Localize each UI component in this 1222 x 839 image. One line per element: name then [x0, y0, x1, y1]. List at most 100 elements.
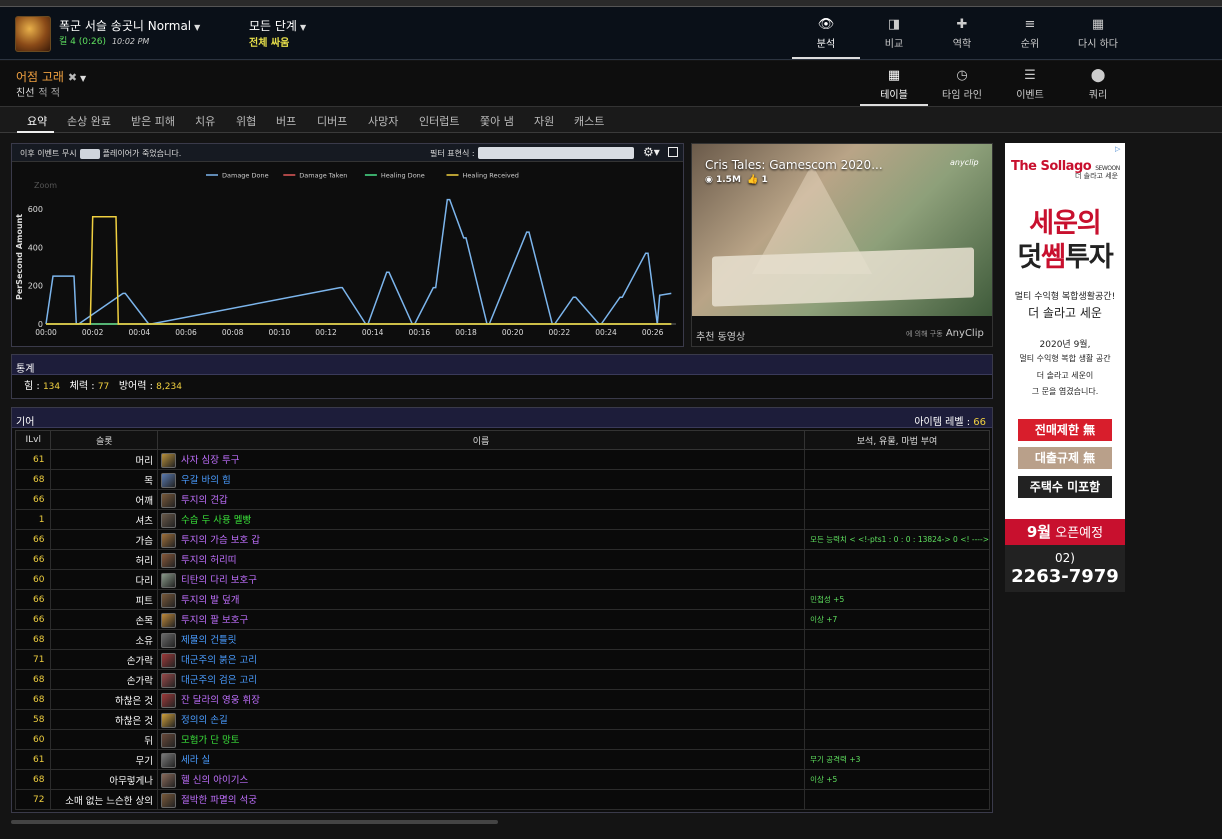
col-name[interactable]: 이름 [157, 430, 806, 450]
gear-item[interactable]: 수습 두 사용 멜빵 [157, 509, 806, 530]
fight-selector[interactable]: 폭군 서슬 송곳니 Normal ▼ [59, 17, 200, 34]
subtab-threat[interactable]: 위협 [236, 113, 256, 129]
tab-replay[interactable]: ▦ 다시 하다 [1064, 17, 1132, 50]
gear-item[interactable]: 제물의 건틀릿 [157, 629, 806, 650]
ad-phone-area: 02) [1055, 551, 1075, 565]
advertisement[interactable]: ▷ The Sollago SEWOON 더 솔라고 세운 세운의 덧쎔투자 멀… [1005, 143, 1125, 592]
phase-selector[interactable]: 모든 단계 ▼ [249, 17, 306, 34]
gear-item-name[interactable]: 세라 실 [181, 755, 210, 766]
series-line[interactable] [45, 198, 672, 325]
series-line[interactable] [46, 216, 672, 325]
gear-item[interactable]: 헬 신의 아이기스 [157, 769, 806, 790]
tab-mechanics[interactable]: ✚ 역학 [928, 17, 996, 50]
gear-item-name[interactable]: 대군주의 검은 고리 [181, 675, 257, 686]
gear-item-name[interactable]: 대군주의 붉은 고리 [181, 655, 257, 666]
maximize-icon[interactable] [668, 147, 678, 157]
gear-item[interactable]: 우갈 바의 힘 [157, 469, 806, 490]
close-icon[interactable]: ✖ [68, 71, 77, 84]
gear-row: 60 다리 티탄의 다리 보호구 [14, 569, 990, 590]
gear-item-name[interactable]: 투지의 팔 보호구 [181, 615, 248, 626]
gear-slot: 아무렇게나 [50, 769, 159, 790]
gear-item-name[interactable]: 사자 심장 투구 [181, 455, 239, 466]
gear-item[interactable]: 세라 실 [157, 749, 806, 770]
x-tick-label: 00:24 [595, 328, 617, 337]
gear-item[interactable]: 티탄의 다리 보호구 [157, 569, 806, 590]
gear-item[interactable]: 투지의 발 덮개 [157, 589, 806, 610]
gear-item[interactable]: 정의의 손길 [157, 709, 806, 730]
subtab-healing[interactable]: 치유 [195, 113, 215, 129]
gear-item-name[interactable]: 정의의 손길 [181, 715, 228, 726]
player-selector[interactable]: 어점 고래 ✖ ▼ [16, 68, 86, 85]
horizontal-scrollbar[interactable] [11, 820, 498, 824]
filter-expression-input[interactable] [478, 147, 634, 159]
subtab-buffs[interactable]: 버프 [276, 113, 296, 129]
ignore-label: 이후 이벤트 무시 [20, 149, 77, 158]
tab-rankings[interactable]: ≡ 순위 [996, 17, 1064, 50]
enemy-toggle[interactable]: 적 적 [38, 88, 60, 99]
gear-item[interactable]: 대군주의 검은 고리 [157, 669, 806, 690]
item-icon [161, 712, 177, 728]
gear-item[interactable]: 절박한 파멸의 석궁 [157, 789, 806, 810]
col-ilvl[interactable]: ILvl [14, 430, 52, 450]
subtab-deaths[interactable]: 사망자 [368, 113, 398, 129]
video-title[interactable]: Cris Tales: Gamescom 2020... [705, 158, 883, 172]
tab-label: 분석 [816, 39, 836, 50]
gear-item-name[interactable]: 투지의 발 덮개 [181, 595, 239, 606]
view-events[interactable]: ☰ 이벤트 [996, 68, 1064, 101]
gear-item-name[interactable]: 제물의 건틀릿 [181, 635, 236, 646]
puzzle-icon: ✚ [956, 17, 968, 32]
item-icon [161, 572, 177, 588]
player-pill[interactable] [79, 148, 100, 159]
gear-enchant [804, 629, 990, 650]
gear-item[interactable]: 투지의 견갑 [157, 489, 806, 510]
view-table[interactable]: ▦ 테이블 [860, 68, 928, 101]
subtab-resources[interactable]: 자원 [534, 113, 554, 129]
gear-item-name[interactable]: 투지의 허리띠 [181, 555, 236, 566]
subtab-dispels[interactable]: 쫓아 냄 [480, 113, 514, 129]
tab-analysis[interactable]: 👁 분석 [792, 17, 860, 50]
powered-by[interactable]: 에 의해 구동 AnyClip [906, 328, 984, 339]
item-icon [161, 732, 177, 748]
video-player[interactable]: Cris Tales: Gamescom 2020... ◉ 1.5M 👍 1 … [691, 143, 993, 347]
player-died-label: 플레이어가 죽었습니다. [102, 149, 182, 158]
gear-item[interactable]: 투지의 팔 보호구 [157, 609, 806, 630]
gear-item-name[interactable]: 헬 신의 아이기스 [181, 775, 248, 786]
gear-item[interactable]: 대군주의 붉은 고리 [157, 649, 806, 670]
gear-item-name[interactable]: 투지의 가슴 보호 갑 [181, 535, 260, 546]
gear-slot: 어깨 [50, 489, 159, 510]
col-slot[interactable]: 슬롯 [50, 430, 159, 450]
subtab-damage-done[interactable]: 손상 완료 [67, 113, 111, 129]
ad-para-4: 그 문을 엽겼습니다. [1031, 387, 1099, 396]
subtab-summary[interactable]: 요약 [27, 113, 47, 129]
gear-item-name[interactable]: 우갈 바의 힘 [181, 475, 231, 486]
gear-ilvl: 71 [14, 649, 52, 670]
col-enchants[interactable]: 보석, 유물, 마법 부여 [804, 430, 990, 450]
subtab-damage-taken[interactable]: 받은 피해 [131, 113, 175, 129]
gear-item[interactable]: 투지의 가슴 보호 갑 [157, 529, 806, 550]
gear-item-name[interactable]: 수습 두 사용 멜빵 [181, 515, 251, 526]
gear-item[interactable]: 잔 달라의 영웅 휘장 [157, 689, 806, 710]
gear-item-name[interactable]: 티탄의 다리 보호구 [181, 575, 257, 586]
gear-item-name[interactable]: 잔 달라의 영웅 휘장 [181, 695, 260, 706]
subtab-debuffs[interactable]: 디버프 [317, 113, 347, 129]
gear-item[interactable]: 모험가 단 망토 [157, 729, 806, 750]
gear-item-name[interactable]: 모험가 단 망토 [181, 735, 239, 746]
view-query[interactable]: ⬤ 쿼리 [1064, 68, 1132, 101]
gear-item-name[interactable]: 절박한 파멸의 석궁 [181, 795, 257, 806]
gear-item-name[interactable]: 투지의 견갑 [181, 495, 228, 506]
friendly-toggle[interactable]: 친선 [16, 88, 34, 99]
gear-icon[interactable]: ⚙▾ [643, 145, 660, 159]
dps-chart[interactable]: PerSecond AmountZoom020040060000:00 00:02… [12, 162, 683, 346]
view-label: 이벤트 [1016, 90, 1044, 101]
view-timeline[interactable]: ◷ 타임 라인 [928, 68, 996, 101]
gear-item[interactable]: 투지의 허리띠 [157, 549, 806, 570]
tab-compare[interactable]: ◨ 비교 [860, 17, 928, 50]
gear-enchant: 무기 공격력 +3 [804, 749, 990, 770]
faction-filter: 친선 적 적 [16, 84, 60, 99]
gear-item[interactable]: 사자 심장 투구 [157, 449, 806, 470]
ad-choices-icon[interactable]: ▷ [1115, 145, 1120, 153]
subtab-interrupts[interactable]: 인터럽트 [419, 113, 459, 129]
fight-header: 폭군 서슬 송곳니 Normal ▼ 킬 4 (0:26) 10:02 PM 모든 … [0, 7, 1222, 60]
ad-headline-2: 덧쎔투자 [1005, 235, 1125, 274]
subtab-casts[interactable]: 캐스트 [574, 113, 604, 129]
